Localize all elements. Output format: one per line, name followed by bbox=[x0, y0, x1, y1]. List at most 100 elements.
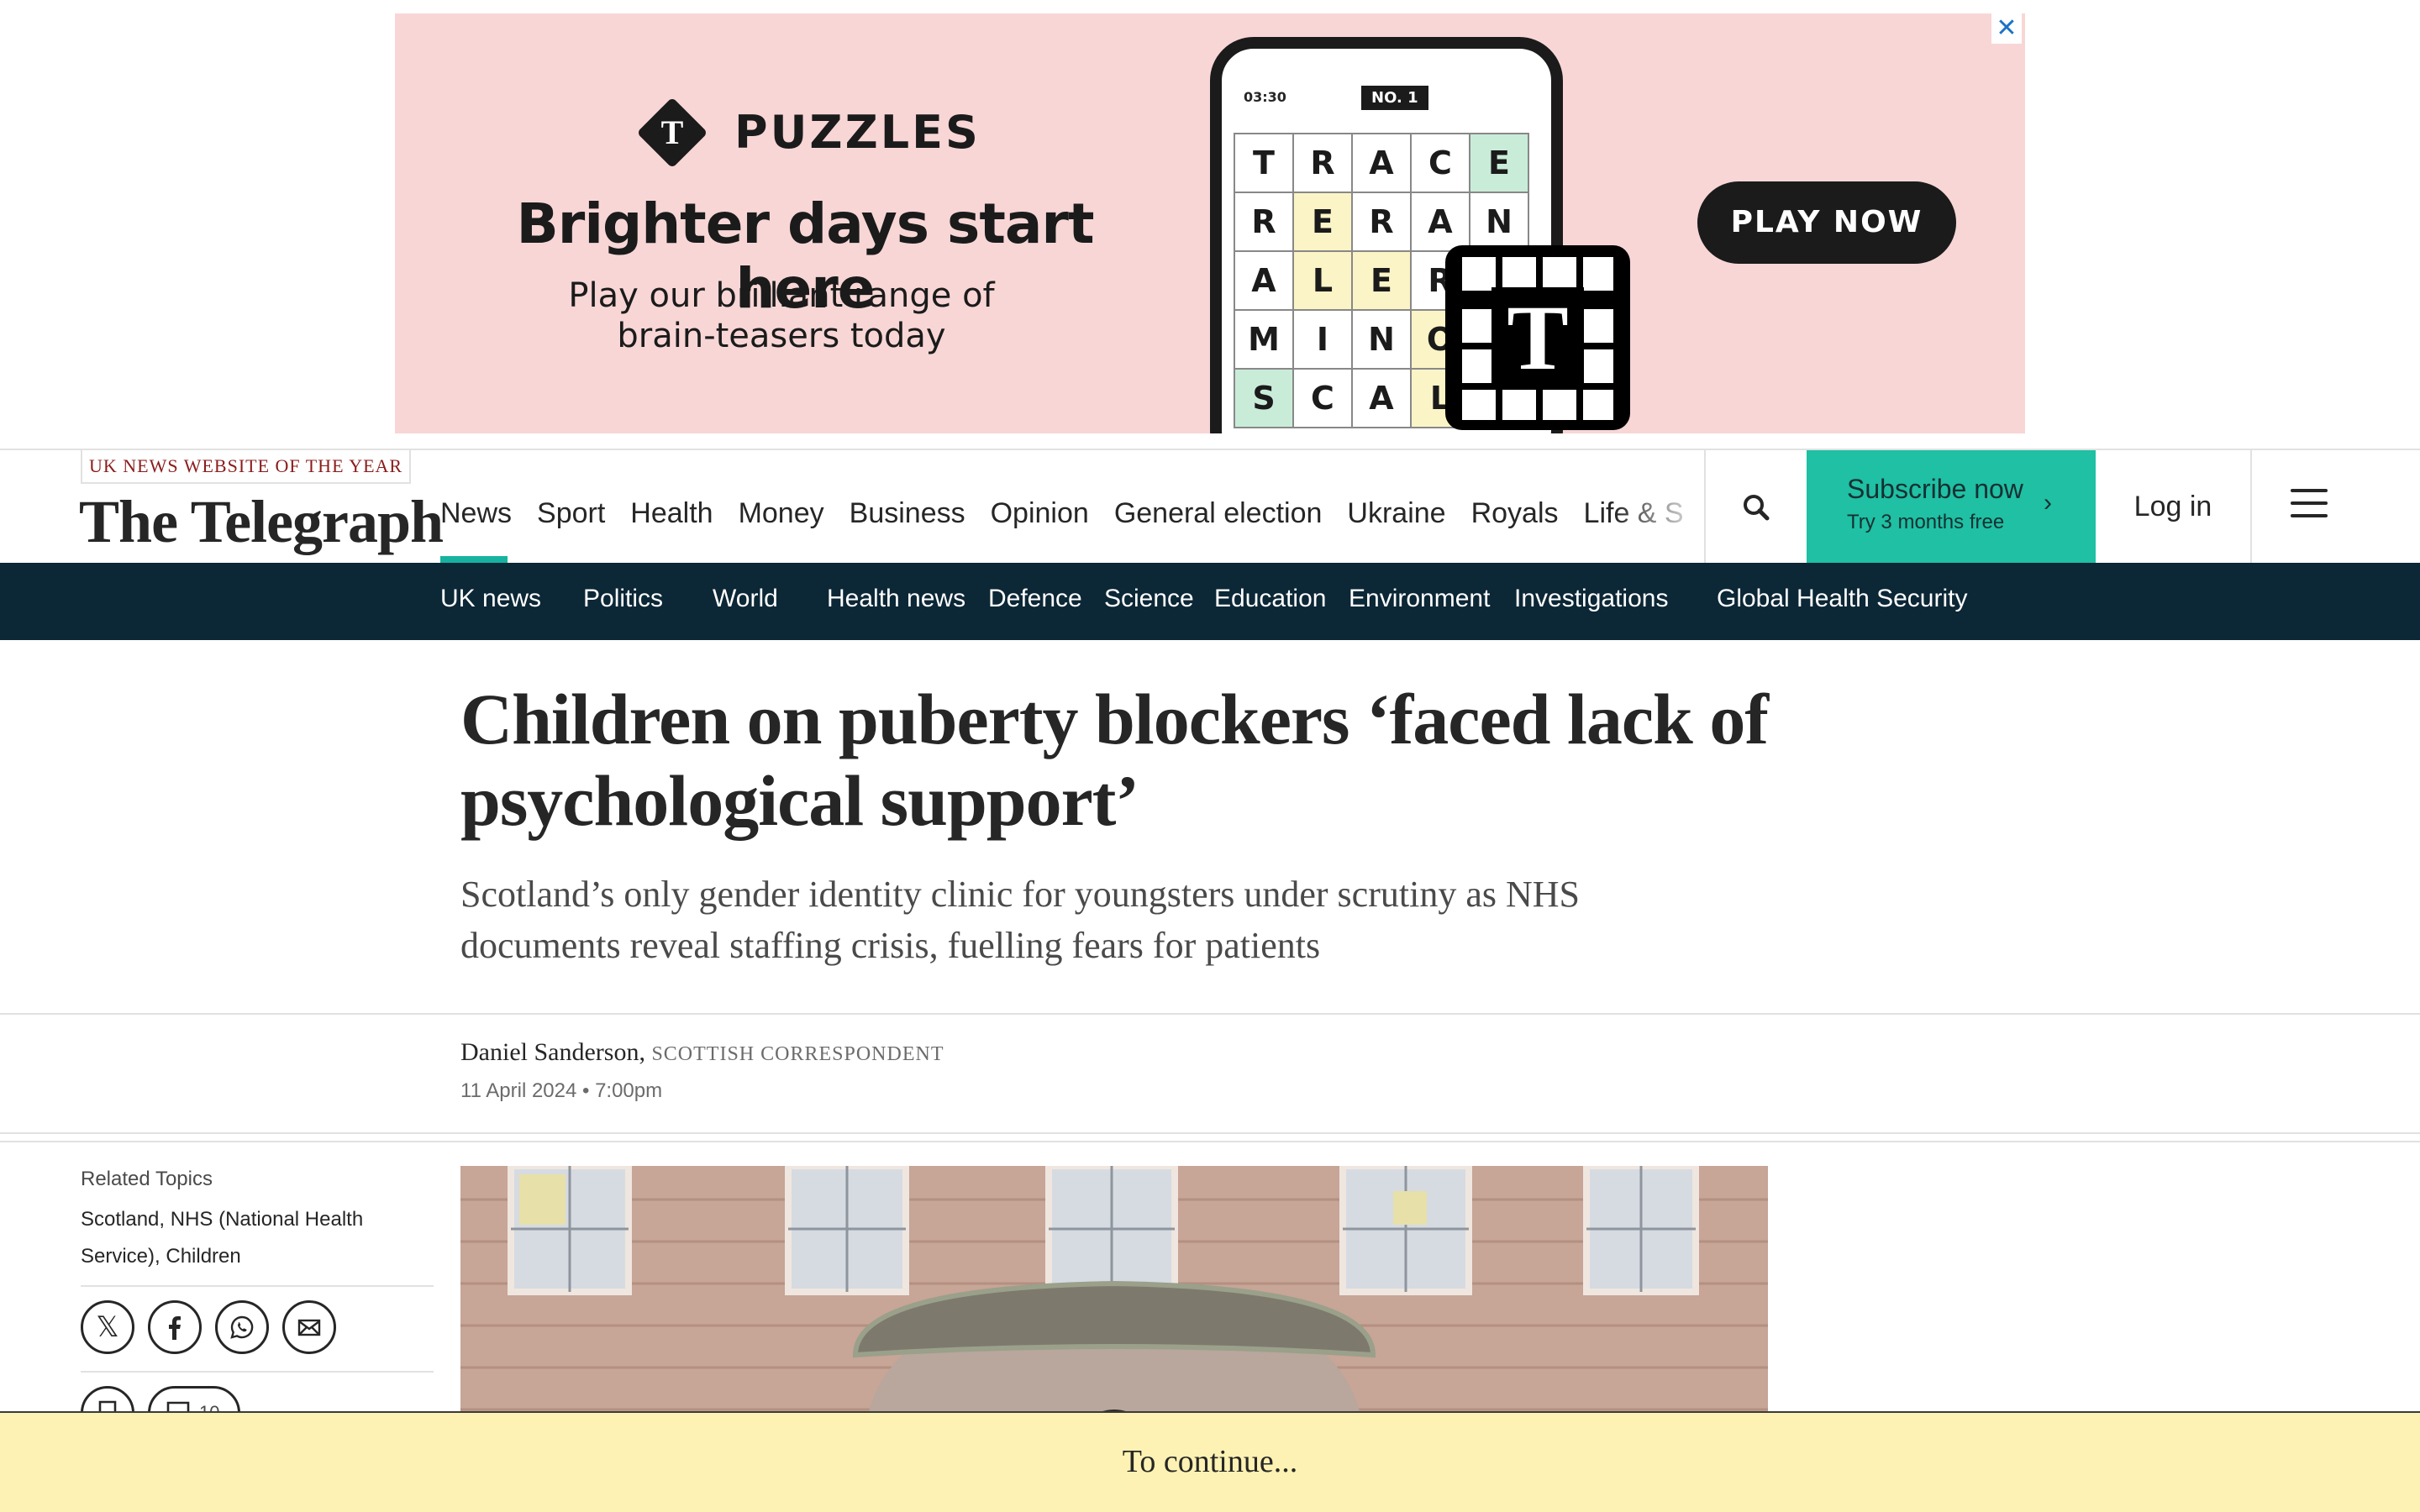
author-role: SCOTTISH CORRESPONDENT bbox=[651, 1043, 944, 1065]
tile-square bbox=[1462, 257, 1496, 291]
subscribe-title: Subscribe now bbox=[1847, 474, 2023, 504]
chevron-right-icon: › bbox=[2044, 489, 2052, 517]
subnav-item-health-news[interactable]: Health news bbox=[827, 585, 965, 613]
paywall-banner[interactable]: To continue... bbox=[0, 1411, 2420, 1512]
play-now-button[interactable]: PLAY NOW bbox=[1697, 181, 1956, 264]
grid-cell: C bbox=[1292, 368, 1353, 428]
subnav-item-defence[interactable]: Defence bbox=[988, 585, 1082, 613]
grid-cell: E bbox=[1292, 192, 1353, 252]
nav-item-opinion[interactable]: Opinion bbox=[991, 497, 1089, 530]
ad-subline: Play our brilliant range of brain-teaser… bbox=[529, 276, 1034, 356]
x-icon: 𝕏 bbox=[96, 1310, 119, 1344]
tile-square bbox=[1502, 390, 1536, 420]
tile-square bbox=[1462, 309, 1496, 343]
grid-cell: I bbox=[1292, 309, 1353, 370]
grid-cell: L bbox=[1292, 250, 1353, 311]
grid-cell: E bbox=[1351, 250, 1412, 311]
tile-square bbox=[1583, 309, 1613, 343]
tile-square bbox=[1543, 390, 1576, 420]
grid-cell: E bbox=[1469, 133, 1529, 193]
grid-cell: A bbox=[1351, 368, 1412, 428]
grid-cell: A bbox=[1410, 192, 1470, 252]
subnav-item-world[interactable]: World bbox=[713, 585, 778, 613]
subscribe-button[interactable]: Subscribe now Try 3 months free › bbox=[1807, 450, 2096, 563]
tile-square bbox=[1583, 390, 1613, 420]
telegraph-logo[interactable]: The Telegraph bbox=[79, 487, 444, 557]
whatsapp-share-button[interactable] bbox=[215, 1300, 269, 1354]
grid-cell: A bbox=[1234, 250, 1294, 311]
nav-item-ukraine[interactable]: Ukraine bbox=[1347, 497, 1445, 530]
grid-cell: T bbox=[1234, 133, 1294, 193]
tile-square bbox=[1583, 257, 1613, 291]
subnav-item-investigations[interactable]: Investigations bbox=[1514, 585, 1668, 613]
subnav-item-politics[interactable]: Politics bbox=[583, 585, 663, 613]
related-topics-label: Related Topics bbox=[81, 1168, 213, 1190]
login-button[interactable]: Log in bbox=[2096, 450, 2252, 563]
building-facade-image bbox=[460, 1166, 1768, 1452]
subscribe-subtitle: Try 3 months free bbox=[1847, 511, 2005, 533]
active-nav-indicator bbox=[440, 556, 508, 563]
nav-fade bbox=[1613, 484, 1706, 551]
divider bbox=[0, 1141, 2420, 1142]
nav-item-general-election[interactable]: General election bbox=[1114, 497, 1323, 530]
telegraph-puzzle-tile-icon: T bbox=[1445, 245, 1630, 430]
nav-item-business[interactable]: Business bbox=[850, 497, 965, 530]
puzzles-logo: T PUZZLES bbox=[636, 97, 981, 168]
article-standfirst: Scotland’s only gender identity clinic f… bbox=[460, 874, 1580, 966]
phone-status-bar: 03:30 NO. 1 bbox=[1244, 81, 1529, 114]
divider bbox=[0, 1013, 2420, 1015]
phone-time: 03:30 bbox=[1244, 89, 1286, 105]
site-header: UK NEWS WEBSITE OF THE YEAR The Telegrap… bbox=[0, 449, 2420, 563]
section-subnav: UK news Politics World Health news Defen… bbox=[0, 563, 2420, 640]
ad-subline-2: brain-teasers today bbox=[617, 317, 946, 355]
close-icon[interactable]: ✕ bbox=[1991, 13, 2022, 44]
grid-cell: R bbox=[1292, 133, 1353, 193]
grid-cell: R bbox=[1351, 192, 1412, 252]
nav-item-news[interactable]: News bbox=[440, 497, 512, 530]
grid-cell: M bbox=[1234, 309, 1294, 370]
nav-item-money[interactable]: Money bbox=[739, 497, 824, 530]
subnav-item-science[interactable]: Science bbox=[1104, 585, 1194, 613]
related-topics-links[interactable]: Scotland, NHS (National Health Service),… bbox=[81, 1201, 392, 1275]
subnav-item-uk-news[interactable]: UK news bbox=[440, 585, 541, 613]
tile-letter: T bbox=[1491, 287, 1584, 388]
paywall-text: To continue... bbox=[1122, 1444, 1298, 1479]
puzzles-ad-banner[interactable]: T PUZZLES Brighter days start here Play … bbox=[395, 13, 2025, 433]
publish-date: 11 April 2024 • 7:00pm bbox=[460, 1079, 663, 1102]
grid-cell: A bbox=[1351, 133, 1412, 193]
facebook-icon bbox=[169, 1316, 181, 1340]
subnav-item-global-health-security[interactable]: Global Health Security bbox=[1717, 585, 1967, 613]
tile-square bbox=[1502, 257, 1536, 291]
grid-cell: C bbox=[1410, 133, 1470, 193]
telegraph-t-icon: T bbox=[636, 97, 708, 168]
whatsapp-icon bbox=[230, 1315, 254, 1339]
nav-item-health[interactable]: Health bbox=[630, 497, 713, 530]
divider bbox=[81, 1371, 434, 1373]
divider bbox=[81, 1285, 434, 1287]
email-share-button[interactable] bbox=[282, 1300, 336, 1354]
nav-item-royals[interactable]: Royals bbox=[1471, 497, 1559, 530]
author-name[interactable]: Daniel Sanderson, bbox=[460, 1038, 645, 1066]
tile-square bbox=[1543, 257, 1576, 291]
main-nav: News Sport Health Money Business Opinion Gener… bbox=[440, 497, 1684, 530]
article-headline: Children on puberty blockers ‘faced lack… bbox=[460, 679, 1769, 841]
nav-item-sport[interactable]: Sport bbox=[537, 497, 605, 530]
grid-cell: S bbox=[1234, 368, 1294, 428]
search-icon bbox=[1744, 495, 1770, 521]
tile-square bbox=[1583, 349, 1613, 383]
hamburger-menu-icon[interactable] bbox=[2291, 489, 2328, 522]
phone-badge: NO. 1 bbox=[1361, 86, 1428, 110]
grid-cell: N bbox=[1469, 192, 1529, 252]
tile-square bbox=[1462, 390, 1496, 420]
grid-cell: R bbox=[1234, 192, 1294, 252]
x-share-button[interactable]: 𝕏 bbox=[81, 1300, 134, 1354]
puzzles-brand: PUZZLES bbox=[734, 106, 981, 159]
facebook-share-button[interactable] bbox=[148, 1300, 202, 1354]
search-button[interactable] bbox=[1704, 450, 1807, 563]
ad-subline-1: Play our brilliant range of bbox=[568, 276, 995, 315]
divider bbox=[0, 1132, 2420, 1134]
subnav-item-environment[interactable]: Environment bbox=[1349, 585, 1490, 613]
grid-cell: N bbox=[1351, 309, 1412, 370]
email-icon bbox=[297, 1319, 321, 1336]
subnav-item-education[interactable]: Education bbox=[1214, 585, 1326, 613]
